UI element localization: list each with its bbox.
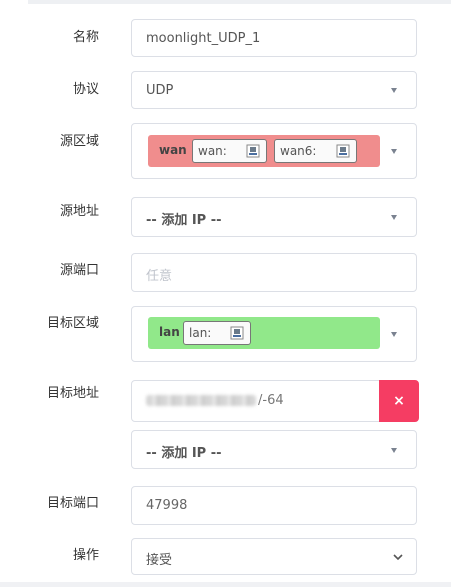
action-label: 操作 <box>72 548 99 563</box>
dest-zone-label: 目标区域 <box>46 316 99 331</box>
dest-addr-add-select[interactable]: -- 添加 IP -- <box>131 430 417 469</box>
dest-port-input[interactable]: 47998 <box>131 486 417 525</box>
dest-zone-select[interactable]: lan lan: <box>131 306 417 362</box>
bottom-divider <box>0 582 451 587</box>
dest-addr-input[interactable]: /-64 <box>131 380 380 422</box>
src-port-input[interactable]: 任意 <box>131 253 417 292</box>
caret-down-icon <box>391 149 397 154</box>
device-tag-lan: lan: <box>183 321 251 345</box>
protocol-value: UDP <box>146 83 174 98</box>
remove-address-button[interactable]: × <box>379 380 419 422</box>
src-addr-value: -- 添加 IP -- <box>146 213 222 228</box>
chevron-down-icon <box>393 554 403 561</box>
device-label: wan: <box>198 144 227 158</box>
action-select[interactable]: 接受 <box>131 538 417 575</box>
zone-badge-lan: lan lan: <box>148 317 380 349</box>
src-zone-select[interactable]: wan wan: wan6: <box>131 123 417 179</box>
name-value: moonlight_UDP_1 <box>146 31 261 46</box>
name-input[interactable]: moonlight_UDP_1 <box>131 19 417 57</box>
protocol-label: 协议 <box>72 82 99 97</box>
ethernet-port-icon <box>230 326 244 340</box>
zone-name: lan <box>159 325 180 339</box>
device-label: lan: <box>189 326 212 340</box>
device-tag-wan6: wan6: <box>274 139 357 163</box>
src-port-label: 源端口 <box>59 263 99 278</box>
caret-down-icon <box>391 215 397 220</box>
device-label: wan6: <box>280 144 317 158</box>
caret-down-icon <box>391 88 397 93</box>
src-zone-label: 源区域 <box>59 134 99 149</box>
dest-addr-label: 目标地址 <box>46 386 99 401</box>
src-addr-select[interactable]: -- 添加 IP -- <box>131 197 417 237</box>
device-tag-wan: wan: <box>192 139 267 163</box>
zone-name: wan <box>159 143 187 157</box>
ethernet-port-icon <box>246 144 260 158</box>
src-port-placeholder: 任意 <box>146 269 173 284</box>
top-divider <box>28 0 451 4</box>
caret-down-icon <box>391 332 397 337</box>
src-addr-label: 源地址 <box>59 204 99 219</box>
protocol-select[interactable]: UDP <box>131 71 417 109</box>
action-value: 接受 <box>146 553 173 568</box>
caret-down-icon <box>391 448 397 453</box>
name-label: 名称 <box>72 30 99 45</box>
dest-port-value: 47998 <box>146 498 188 513</box>
dest-port-label: 目标端口 <box>46 496 99 511</box>
redacted-address <box>146 395 256 406</box>
zone-badge-wan: wan wan: wan6: <box>148 135 380 167</box>
dest-addr-suffix: /-64 <box>258 393 284 408</box>
dest-addr-add-value: -- 添加 IP -- <box>146 446 222 461</box>
ethernet-port-icon <box>336 144 350 158</box>
